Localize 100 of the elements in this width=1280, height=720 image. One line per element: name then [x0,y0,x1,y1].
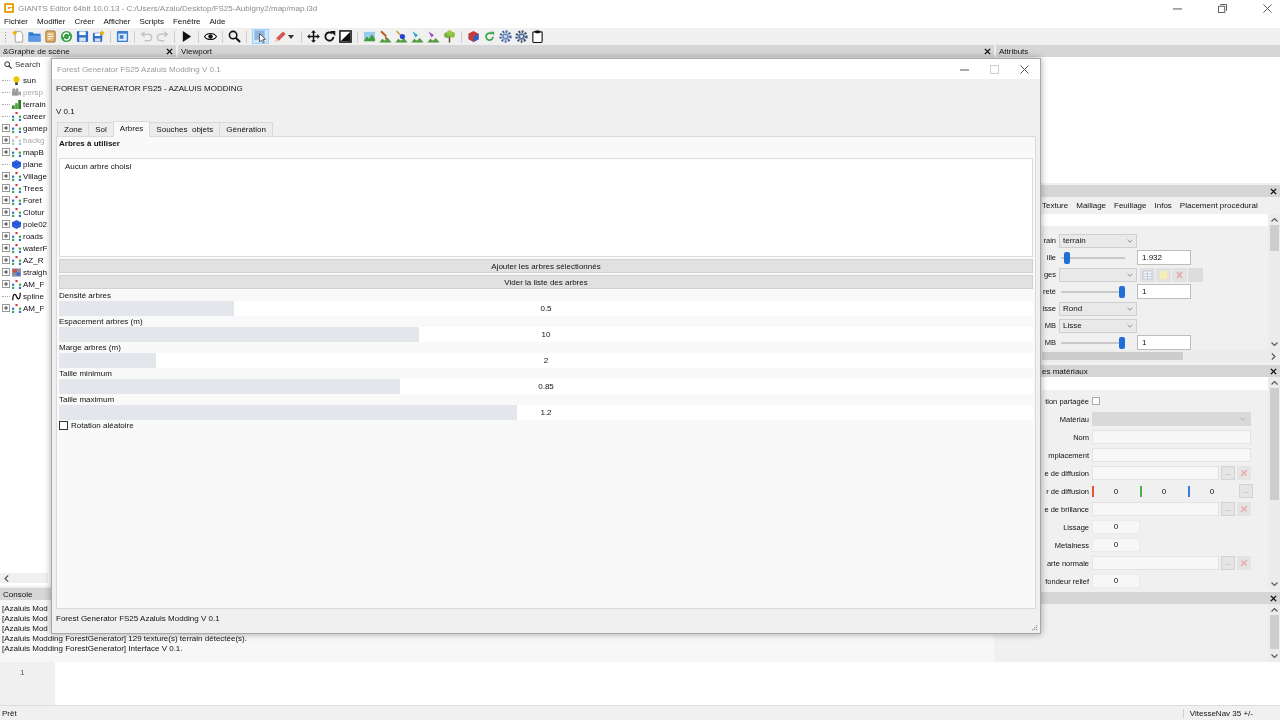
play-icon[interactable] [180,30,193,43]
expand-icon[interactable] [2,304,10,312]
scrollbar-thumb[interactable] [1269,225,1279,251]
expand-icon[interactable] [2,196,10,204]
menu-item[interactable]: Fenêtre [172,16,201,28]
number-field[interactable]: 1 [1137,284,1191,299]
clipboard-icon[interactable] [531,30,544,43]
tree-item[interactable]: roads [12,230,43,242]
tab[interactable]: Sol [88,122,114,136]
close-icon[interactable] [1270,187,1277,195]
scrollbar-thumb[interactable] [1269,615,1279,649]
save-icon[interactable] [76,30,89,43]
number-field[interactable]: 0 [1092,520,1140,534]
window-icon[interactable] [116,30,129,43]
scale-icon[interactable] [339,30,352,43]
vertical-scrollbar[interactable] [1268,214,1280,350]
paint-tool-button[interactable] [272,29,296,44]
expand-icon[interactable] [2,172,10,180]
search-field[interactable]: Search [15,59,47,70]
tree-item[interactable]: career [12,110,46,122]
dropdown[interactable]: terrain [1059,233,1137,248]
terrain-brush-icon[interactable] [395,30,408,43]
menu-item[interactable]: Afficher [103,16,131,28]
tree-item[interactable]: spline [12,290,44,302]
open-folder-icon[interactable] [28,30,41,43]
menu-item[interactable]: Aide [209,16,226,28]
gear-icon[interactable] [515,30,528,43]
eye-icon[interactable] [204,30,217,43]
new-file-icon[interactable] [12,30,25,43]
tree-item[interactable]: waterF [12,242,48,254]
expand-icon[interactable] [2,184,10,192]
scrollbar-thumb[interactable] [1042,352,1183,360]
gear-icon[interactable] [499,30,512,43]
tree-item[interactable]: plane [12,158,43,170]
move-icon[interactable] [307,30,320,43]
dropdown[interactable]: Rond [1059,301,1137,316]
scroll-down-icon[interactable] [1270,342,1278,347]
scroll-up-icon[interactable] [1270,217,1278,222]
action-button[interactable]: Ajouter les arbres sélectionnés [59,259,1033,273]
expand-icon[interactable] [2,244,10,252]
tree-item[interactable]: Clotur [12,206,45,218]
scroll-down-icon[interactable] [1270,654,1278,659]
search-icon[interactable] [228,30,241,43]
scroll-right-icon[interactable] [1271,352,1276,360]
terrain-brush-icon[interactable] [427,30,440,43]
scroll-up-icon[interactable] [1270,380,1278,385]
vertical-scrollbar[interactable] [1268,377,1280,590]
number-field[interactable]: 0 [1092,574,1140,588]
close-icon[interactable] [166,47,173,55]
dropdown[interactable]: Lisse [1059,318,1137,333]
tree-item[interactable]: Village [12,170,47,182]
close-icon[interactable] [1270,367,1277,375]
close-icon[interactable] [1263,3,1272,13]
tree-item[interactable]: gamep [12,122,48,134]
terrain-brush-icon[interactable] [411,30,424,43]
tree-item[interactable]: straigh [12,266,47,278]
action-button[interactable]: Vider la liste des arbres [59,275,1033,289]
checkbox[interactable] [1092,397,1100,405]
rotate-icon[interactable] [323,30,336,43]
slider-thumb[interactable] [1119,336,1125,349]
expand-icon[interactable] [2,124,10,132]
expand-icon[interactable] [2,280,10,288]
tree-item[interactable]: Trees [12,182,44,194]
tree-item[interactable]: AM_F [12,278,45,290]
notepad-icon[interactable] [44,30,57,43]
restore-icon[interactable] [1218,3,1227,13]
tab[interactable]: Maillage [1072,198,1111,213]
menu-item[interactable]: Fichier [4,16,28,28]
number-field[interactable]: 1 [1137,335,1191,350]
tree-item[interactable]: sun [12,74,36,86]
scrollbar-thumb[interactable] [1269,388,1279,500]
tab[interactable]: Feuillage [1110,198,1151,213]
value-slider[interactable]: 0.85 [59,379,1033,394]
cube-icon[interactable] [467,30,480,43]
slider-thumb[interactable] [1119,285,1125,298]
expand-icon[interactable] [2,208,10,216]
terrain-shovel-icon[interactable] [379,30,392,43]
channel-value[interactable]: 0 [1094,486,1140,496]
expand-icon[interactable] [2,232,10,240]
number-field[interactable]: 0 [1092,538,1140,552]
expand-icon[interactable] [2,220,10,228]
tab[interactable]: Placement procédural [1175,198,1262,213]
menu-item[interactable]: Créer [74,16,95,28]
tab[interactable]: Souches objets [149,122,221,136]
tree-item[interactable]: AZ_R [12,254,44,266]
scroll-down-icon[interactable] [1270,582,1278,587]
channel-value[interactable]: 0 [1142,486,1188,496]
slider-track[interactable] [1061,336,1125,349]
select-tool-button[interactable] [252,29,269,44]
close-icon[interactable] [1020,64,1029,74]
landscape-icon[interactable] [363,30,376,43]
tree-list-box[interactable]: Aucun arbre choisi [59,158,1033,257]
plant-icon[interactable] [443,30,456,43]
checkbox-label[interactable]: Rotation aléatoire [71,420,134,430]
tree-item[interactable]: Foret [12,194,42,206]
tab[interactable]: Texture [1038,198,1073,213]
expand-icon[interactable] [2,256,10,264]
expand-icon[interactable] [2,148,10,156]
value-slider[interactable]: 2 [59,353,1033,368]
slider-thumb[interactable] [1063,251,1070,264]
